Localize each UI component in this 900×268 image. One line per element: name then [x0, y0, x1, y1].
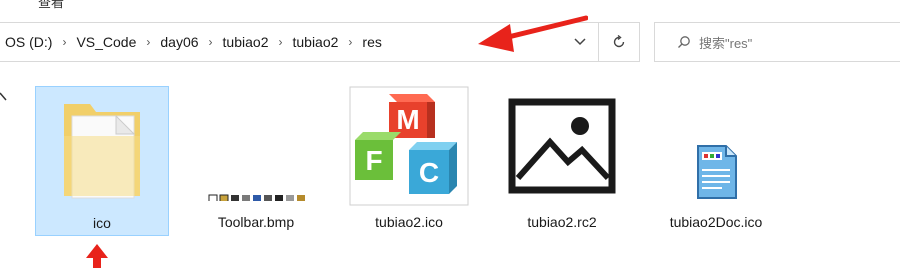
refresh-icon	[613, 35, 624, 48]
svg-text:C: C	[419, 157, 439, 188]
file-name: tubiao2.ico	[375, 214, 443, 230]
crumb-tubiao2[interactable]: tubiao2	[287, 34, 343, 50]
address-bar[interactable]: OS (D:) › VS_Code › day06 › tubiao2 › tu…	[0, 22, 640, 62]
chevron-right-icon[interactable]: ›	[273, 35, 287, 49]
address-history-button[interactable]	[565, 23, 595, 61]
folder-icon	[36, 87, 168, 207]
file-item-folder[interactable]: ico	[35, 86, 169, 236]
breadcrumb: OS (D:) › VS_Code › day06 › tubiao2 › tu…	[0, 23, 387, 61]
crumb-day06[interactable]: day06	[155, 34, 203, 50]
file-item-tubiao2doc-ico[interactable]: tubiao2Doc.ico	[649, 86, 783, 236]
search-icon	[678, 36, 690, 48]
chevron-right-icon[interactable]: ›	[57, 35, 71, 49]
file-item-tubiao2-rc2[interactable]: tubiao2.rc2	[495, 86, 629, 236]
image-placeholder-icon	[495, 86, 629, 206]
chevron-right-icon[interactable]: ›	[204, 35, 218, 49]
chevron-right-icon[interactable]: ›	[343, 35, 357, 49]
mfc-icon: M F C	[342, 86, 476, 206]
search-box[interactable]: 搜索"res"	[654, 22, 900, 62]
crumb-tubiao2-parent[interactable]: tubiao2	[218, 34, 274, 50]
file-name: Toolbar.bmp	[217, 214, 295, 230]
file-name: ico	[93, 215, 111, 231]
crumb-res[interactable]: res	[357, 34, 386, 50]
file-name: tubiao2.rc2	[527, 214, 597, 230]
refresh-button[interactable]	[598, 23, 638, 61]
file-item-toolbar[interactable]: Toolbar.bmp	[189, 86, 323, 236]
chevron-down-icon	[574, 38, 586, 46]
crumb-drive[interactable]: OS (D:)	[0, 34, 57, 50]
crumb-vs-code[interactable]: VS_Code	[71, 34, 141, 50]
search-placeholder: 搜索"res"	[699, 35, 753, 51]
view-menu[interactable]: 查看	[38, 0, 64, 11]
chevron-right-icon[interactable]: ›	[141, 35, 155, 49]
annotation-arrow-icon	[86, 244, 108, 268]
bitmap-icon	[189, 86, 323, 206]
document-icon	[649, 86, 783, 206]
chevron-icon[interactable]	[0, 92, 8, 108]
file-name: tubiao2Doc.ico	[669, 214, 763, 230]
svg-text:M: M	[396, 104, 419, 135]
file-item-tubiao2-ico[interactable]: M F C tubiao2.ico	[342, 86, 476, 236]
svg-text:F: F	[365, 145, 382, 176]
